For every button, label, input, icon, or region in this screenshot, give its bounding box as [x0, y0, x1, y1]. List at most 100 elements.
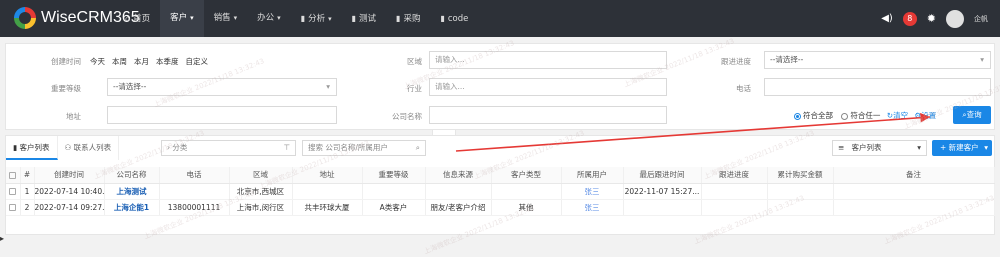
- importance-label: 重要等级: [51, 84, 81, 93]
- notification-badge[interactable]: 8: [902, 11, 917, 26]
- chevron-down-icon: ▾: [190, 14, 194, 22]
- date-link[interactable]: 自定义: [186, 56, 209, 67]
- table-cell: 2022-07-14 09:27...: [34, 199, 105, 216]
- table-cell: [833, 183, 995, 200]
- row-checkbox[interactable]: [6, 183, 21, 200]
- chevron-down-icon: ▾: [980, 55, 984, 64]
- company-label: 公司名称: [392, 112, 422, 121]
- table-cell[interactable]: 上海测试: [104, 183, 160, 200]
- match-any-radio[interactable]: 符合任一: [841, 111, 880, 120]
- column-header[interactable]: 重要等级: [362, 167, 426, 184]
- customer-table: # 创建时间 公司名称 电话 区域 地址 重要等级 信息来源 客户类型 所属用户 最后跟进时间 跟进进…: [6, 167, 995, 216]
- created-time-label: 创建时间: [51, 57, 81, 66]
- date-link[interactable]: 今天: [90, 56, 105, 67]
- table-cell[interactable]: 张三: [561, 183, 624, 200]
- date-link[interactable]: 本月: [134, 56, 149, 67]
- chart-icon: ▮: [300, 14, 306, 23]
- table-cell: 共丰环球大厦: [292, 199, 363, 216]
- nav-item-1[interactable]: 客户 ▾: [160, 0, 204, 37]
- table-cell[interactable]: 张三: [561, 199, 624, 216]
- table-row[interactable]: 2 2022-07-14 09:27... 上海企能1 13800001111 上海市,…: [6, 199, 995, 216]
- nav-label: 采购: [403, 14, 421, 24]
- table-cell: [623, 199, 702, 216]
- chevron-down-icon: ▾: [917, 143, 921, 152]
- table-cell: 2022-07-14 10:40...: [34, 183, 105, 200]
- column-header[interactable]: #: [20, 167, 35, 184]
- table-cell: [491, 183, 562, 200]
- nav-label: 销售: [213, 13, 231, 23]
- chart-icon: ▮: [396, 14, 401, 23]
- select-all-checkbox[interactable]: [6, 167, 21, 184]
- address-input[interactable]: [107, 106, 337, 124]
- region-label: 区域: [407, 57, 422, 66]
- phone-input[interactable]: [764, 78, 991, 96]
- filter-icon: ⊤: [283, 143, 290, 152]
- nav-label: code: [447, 14, 469, 24]
- view-select[interactable]: ≡ 客户列表 ▾: [832, 140, 927, 156]
- followup-value: --请选择--: [770, 55, 804, 64]
- nav-label: 分析: [308, 14, 326, 24]
- nav-item-2[interactable]: 销售 ▾: [204, 0, 248, 37]
- column-header[interactable]: 电话: [159, 167, 230, 184]
- tab-contact-list[interactable]: ⚇ 联系人列表: [58, 136, 120, 160]
- list-icon: ≡: [838, 143, 845, 152]
- date-link[interactable]: 本周: [112, 56, 127, 67]
- header-tools: ◀) 8 ✹ 企帆: [881, 0, 988, 37]
- table-cell: A类客户: [362, 199, 426, 216]
- top-navbar: WiseCRM365 ⌂ 首页 客户 ▾ 销售 ▾ 办公 ▾ ▮ 分析 ▾ ▮ 测试 ▮ 采购 ▮ code ◀…: [0, 0, 1000, 37]
- match-all-radio[interactable]: 符合全部: [794, 111, 833, 120]
- tab-customer-list[interactable]: ▮ 客户列表: [6, 136, 58, 160]
- address-label: 地址: [66, 112, 81, 121]
- column-header[interactable]: 所属用户: [561, 167, 624, 184]
- column-header[interactable]: 累计购买金额: [767, 167, 834, 184]
- table-cell: [159, 183, 230, 200]
- chevron-down-icon: ▾: [277, 14, 281, 22]
- company-input[interactable]: [429, 106, 667, 124]
- avatar[interactable]: [946, 9, 964, 28]
- user-name[interactable]: 企帆: [974, 14, 988, 24]
- date-link[interactable]: 本季度: [156, 56, 179, 67]
- cursor-marker: ▸: [0, 234, 5, 243]
- table-cell: [292, 183, 363, 200]
- chart-icon: ▮: [351, 14, 357, 23]
- nav-item-0[interactable]: ⌂ 首页: [115, 0, 160, 37]
- followup-select[interactable]: --请选择-- ▾: [764, 51, 991, 69]
- clear-link[interactable]: ↻清空: [887, 111, 908, 120]
- table-body: 1 2022-07-14 10:40... 上海测试 北京市,西城区 张三 2022-11…: [6, 183, 995, 216]
- table-cell: 朋友/老客户介绍: [425, 199, 492, 216]
- date-range-links: 今天 本周 本月 本季度 自定义: [90, 56, 208, 67]
- chevron-down-icon: ▾: [984, 143, 988, 152]
- home-icon: ⌂: [125, 14, 131, 23]
- nav-item-4[interactable]: ▮ 分析 ▾: [291, 0, 342, 37]
- table-cell: [425, 183, 492, 200]
- nav-label: 首页: [133, 14, 151, 24]
- row-checkbox[interactable]: [6, 199, 21, 216]
- gear-icon[interactable]: ✹: [927, 12, 936, 25]
- speaker-icon[interactable]: ◀): [881, 13, 893, 24]
- chevron-down-icon: ▾: [233, 14, 238, 22]
- nav-item-7[interactable]: ▮ code: [430, 0, 478, 37]
- table-cell: 2: [20, 199, 35, 216]
- chevron-down-icon: ▾: [328, 15, 332, 23]
- table-row[interactable]: 1 2022-07-14 10:40... 上海测试 北京市,西城区 张三 2022-11…: [6, 183, 995, 200]
- nav-item-5[interactable]: ▮ 测试: [342, 0, 386, 37]
- nav-item-3[interactable]: 办公 ▾: [247, 0, 291, 37]
- column-header[interactable]: 最后跟进时间: [623, 167, 702, 184]
- nav-label: 测试: [359, 14, 377, 24]
- nav-item-6[interactable]: ▮ 采购: [386, 0, 430, 37]
- new-customer-button[interactable]: + 新建客户 ▾: [932, 140, 992, 156]
- logo-icon: [14, 7, 36, 29]
- main-nav: ⌂ 首页 客户 ▾ 销售 ▾ 办公 ▾ ▮ 分析 ▾ ▮ 测试 ▮ 采购 ▮ code: [115, 0, 478, 37]
- search-icon: ⌕: [415, 143, 420, 152]
- phone-label: 电话: [736, 84, 751, 93]
- table-cell[interactable]: 上海企能1: [104, 199, 160, 216]
- chart-icon: ▮: [440, 14, 445, 23]
- column-header[interactable]: 备注: [833, 167, 995, 184]
- list-tabs: ▮ 客户列表 ⚇ 联系人列表: [6, 136, 120, 160]
- nav-label: 办公: [257, 13, 275, 23]
- importance-value: --请选择--: [113, 82, 147, 91]
- chevron-down-icon: ▾: [326, 82, 330, 91]
- table-cell: [362, 183, 426, 200]
- table-cell: [701, 183, 768, 200]
- table-cell: 1: [20, 183, 35, 200]
